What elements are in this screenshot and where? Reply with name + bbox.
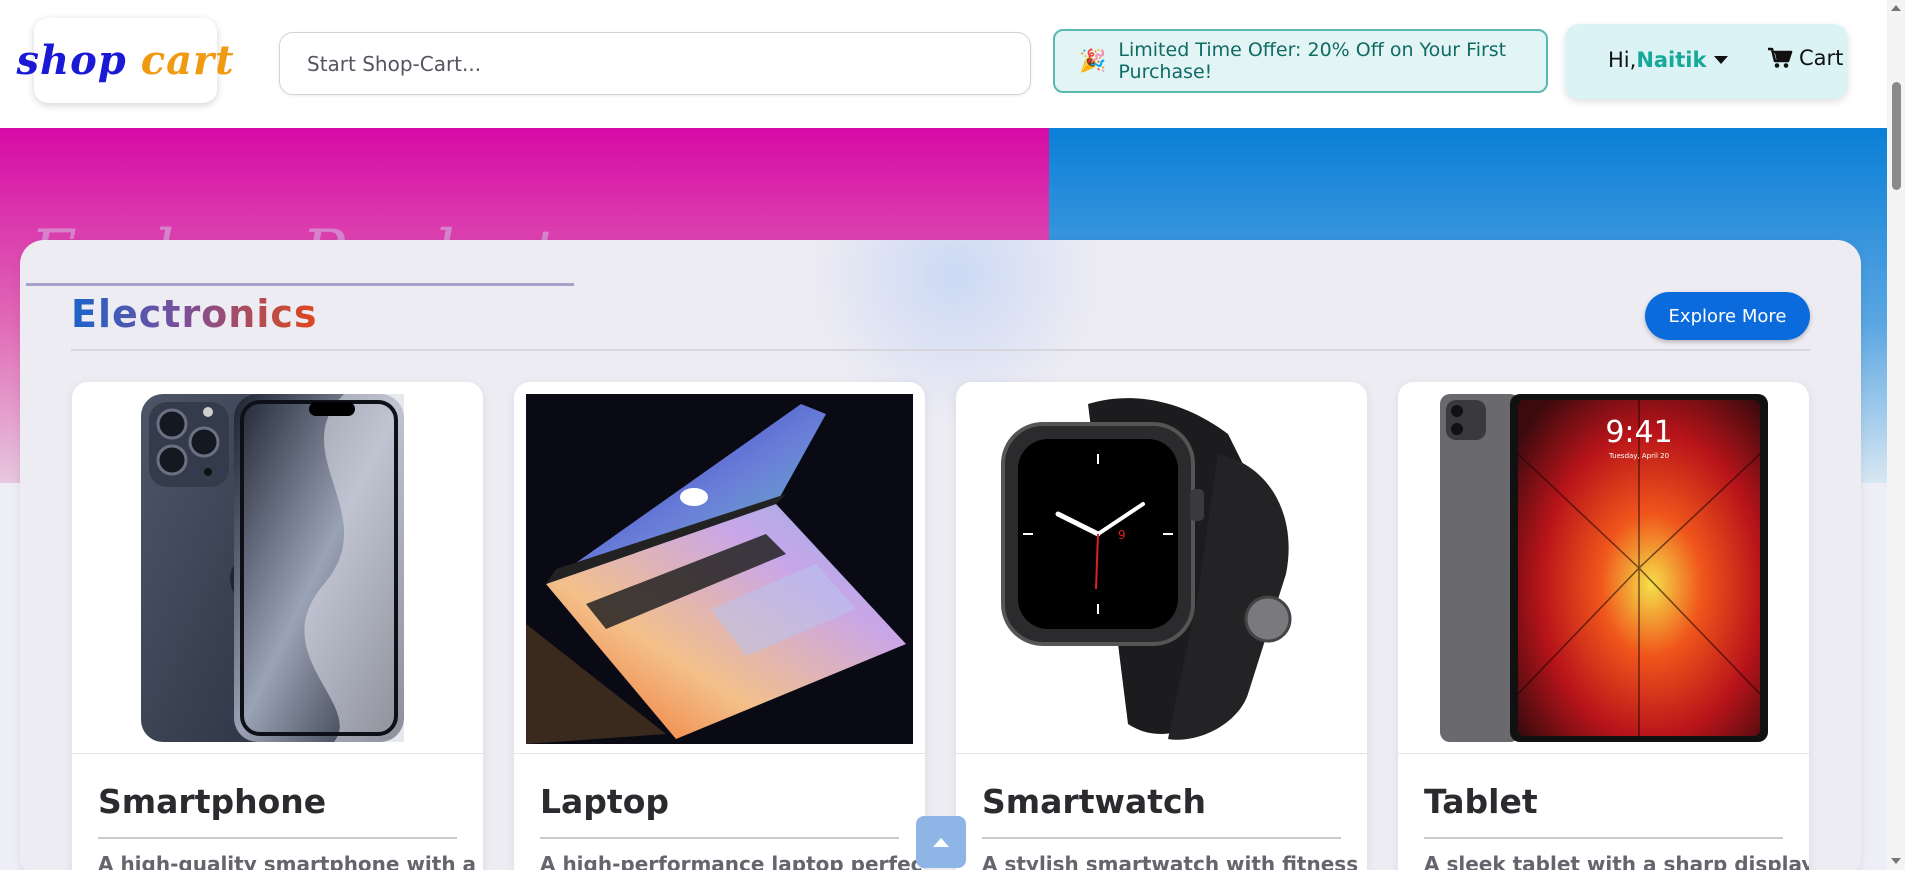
user-menu-box: Hi, Naitik Cart xyxy=(1565,24,1848,99)
shopping-cart-icon xyxy=(1768,47,1793,68)
product-description: A high-performance laptop perfect xyxy=(540,852,925,870)
tablet-image: 9:41 Tuesday, April 20 xyxy=(1440,394,1768,742)
card-divider xyxy=(98,837,457,839)
product-description: A sleek tablet with a sharp display xyxy=(1424,852,1809,870)
arrow-up-icon xyxy=(933,838,949,847)
username: Naitik xyxy=(1636,48,1707,72)
svg-text:9: 9 xyxy=(1118,528,1126,542)
scroll-up-arrow-icon[interactable] xyxy=(1891,5,1901,11)
product-image xyxy=(514,382,925,754)
cart-link[interactable]: Cart xyxy=(1767,46,1843,70)
product-image xyxy=(72,382,483,754)
search-input[interactable] xyxy=(279,32,1031,95)
user-dropdown[interactable]: Hi, Naitik xyxy=(1608,48,1729,72)
product-card-smartwatch[interactable]: 9 Smartwatch A stylish smartwatch with f… xyxy=(956,382,1367,870)
cart-label: Cart xyxy=(1799,46,1844,70)
product-name: Smartphone xyxy=(98,782,327,821)
party-popper-icon: 🎉 xyxy=(1079,48,1107,74)
scroll-down-arrow-icon[interactable] xyxy=(1891,858,1901,864)
product-name: Laptop xyxy=(540,782,669,821)
logo-word-cart: cart xyxy=(140,37,235,84)
greeting-text: Hi, xyxy=(1608,48,1637,72)
svg-text:Tuesday, April 20: Tuesday, April 20 xyxy=(1608,452,1669,460)
site-header: shop cart 🎉 Limited Time Offer: 20% Off … xyxy=(0,0,1887,128)
product-name: Smartwatch xyxy=(982,782,1207,821)
product-image: 9:41 Tuesday, April 20 xyxy=(1398,382,1809,754)
product-description: A high-quality smartphone with a xyxy=(98,852,477,870)
svg-text:9:41: 9:41 xyxy=(1605,415,1672,450)
offer-text: Limited Time Offer: 20% Off on Your Firs… xyxy=(1118,39,1507,83)
laptop-image xyxy=(526,394,913,744)
card-divider xyxy=(540,837,899,839)
smartwatch-image: 9 xyxy=(1001,398,1292,740)
product-card-laptop[interactable]: Laptop A high-performance laptop perfect xyxy=(514,382,925,870)
back-to-top-button[interactable] xyxy=(916,816,966,868)
section-title: Electronics xyxy=(71,292,318,336)
offer-banner: 🎉 Limited Time Offer: 20% Off on Your Fi… xyxy=(1053,29,1548,93)
logo-word-shop: shop xyxy=(16,37,127,84)
page-scrollbar[interactable] xyxy=(1887,0,1905,870)
product-image: 9 xyxy=(956,382,1367,754)
hero-underline xyxy=(26,283,574,286)
caret-down-icon xyxy=(1714,56,1729,64)
explore-more-button[interactable]: Explore More xyxy=(1645,292,1810,340)
card-divider xyxy=(982,837,1341,839)
product-card-smartphone[interactable]: Smartphone A high-quality smartphone wit… xyxy=(72,382,483,870)
scroll-thumb[interactable] xyxy=(1892,82,1901,190)
product-card-tablet[interactable]: 9:41 Tuesday, April 20 Tablet A sleek ta… xyxy=(1398,382,1809,870)
smartphone-image xyxy=(141,394,404,742)
logo[interactable]: shop cart xyxy=(16,18,234,103)
section-divider xyxy=(71,349,1810,351)
product-description: A stylish smartwatch with fitness xyxy=(982,852,1359,870)
card-divider xyxy=(1424,837,1783,839)
product-name: Tablet xyxy=(1424,782,1538,821)
